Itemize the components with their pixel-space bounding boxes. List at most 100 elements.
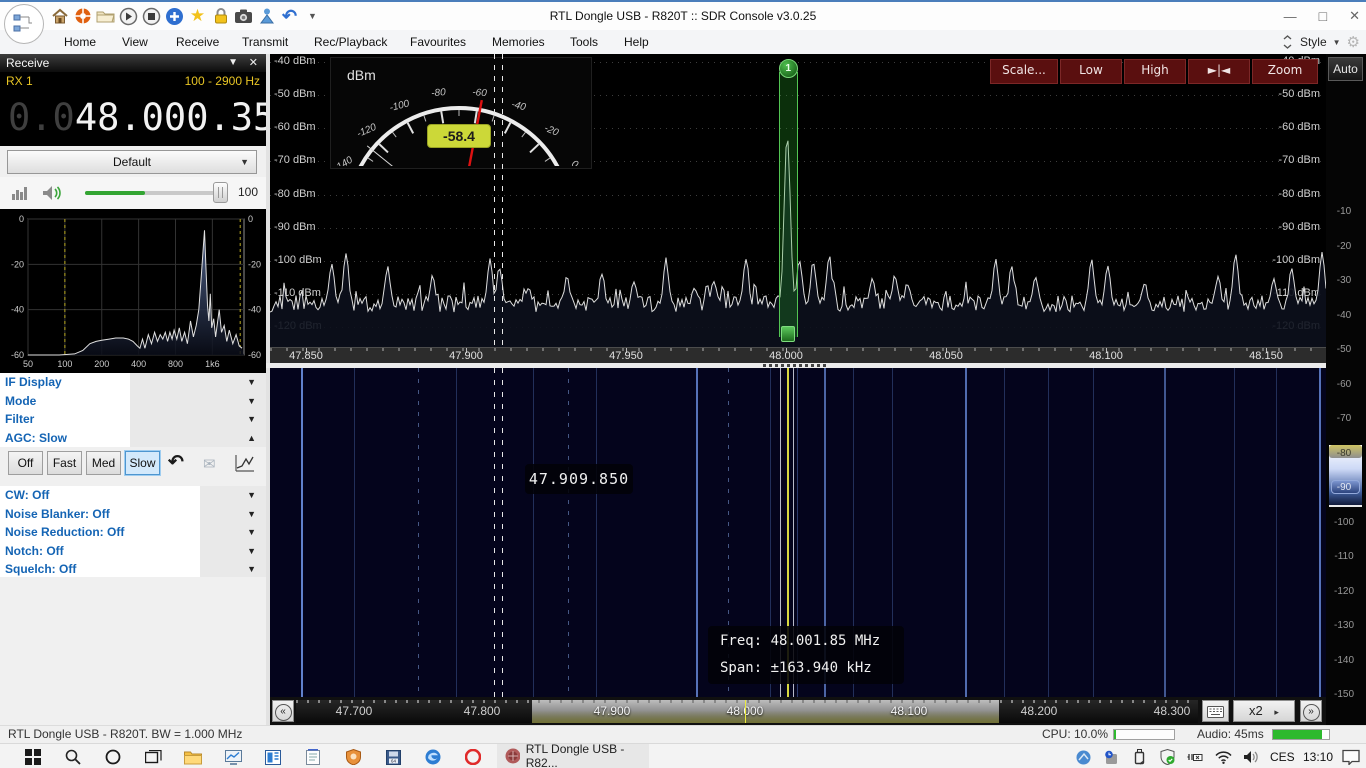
menu-recplayback[interactable]: Rec/Playback	[310, 30, 391, 54]
agc-off-button[interactable]: Off	[8, 451, 43, 475]
app-menu-button[interactable]	[4, 4, 44, 44]
maximize-button[interactable]: □	[1319, 8, 1327, 24]
notepad-icon[interactable]	[302, 747, 324, 767]
file-explorer-icon[interactable]	[182, 747, 204, 767]
search-icon[interactable]	[62, 747, 84, 767]
agc-fast-button[interactable]: Fast	[47, 451, 82, 475]
orange-app-icon[interactable]	[342, 747, 364, 767]
dosbox-icon[interactable]: 64	[382, 747, 404, 767]
sub-rx-marker-line[interactable]	[501, 54, 503, 347]
tuning-marker-handle[interactable]	[781, 326, 796, 342]
section-caret-icon[interactable]: ▼	[247, 410, 256, 429]
scrollbar-track[interactable]: 47.70047.80047.90048.00048.10048.20048.3…	[296, 700, 1198, 723]
start-button[interactable]	[22, 747, 44, 767]
low-button[interactable]: Low	[1060, 59, 1122, 84]
action-center-icon[interactable]	[1340, 747, 1362, 767]
menu-tools[interactable]: Tools	[566, 30, 602, 54]
section-caret-icon[interactable]: ▼	[247, 392, 256, 411]
blue-app-icon[interactable]	[262, 747, 284, 767]
scale-button[interactable]: Scale...	[990, 59, 1058, 84]
section-caret-icon[interactable]: ▲	[247, 429, 256, 448]
receiver-panel-header[interactable]: Receive ▼ ✕	[0, 54, 266, 72]
menu-favourites[interactable]: Favourites	[406, 30, 470, 54]
svg-text:-20: -20	[248, 259, 261, 269]
taskbar-active-app[interactable]: RTL Dongle USB - R82...	[497, 742, 649, 768]
panel-menu-icon[interactable]: ▼	[228, 54, 238, 72]
section-caret-icon[interactable]: ▼	[247, 373, 256, 392]
section-notch[interactable]: Notch: Off ▼	[0, 541, 266, 561]
section-caret-icon[interactable]: ▼	[247, 542, 256, 561]
keyboard-layout-indicator[interactable]: CES	[1270, 750, 1295, 764]
zoom-button[interactable]: Zoom	[1252, 59, 1318, 84]
tray-usb-icon[interactable]	[1128, 747, 1150, 767]
auto-range-button[interactable]: Auto	[1328, 57, 1363, 81]
menu-memories[interactable]: Memories	[488, 30, 549, 54]
section-caret-icon[interactable]: ▼	[247, 505, 256, 524]
cortana-icon[interactable]	[102, 747, 124, 767]
section-mode[interactable]: Mode ▼	[0, 391, 266, 411]
panel-close-icon[interactable]: ✕	[249, 54, 258, 72]
svg-text:-60: -60	[248, 350, 261, 360]
volume-slider[interactable]	[85, 191, 215, 195]
spectrum-display[interactable]: -40 dBm-40 dBm-50 dBm-50 dBm-60 dBm-60 d…	[270, 54, 1326, 347]
section-noise-reduction[interactable]: Noise Reduction: Off ▼	[0, 523, 266, 542]
equalizer-icon[interactable]	[12, 186, 30, 200]
scrollbar-frequency-label: 47.700	[335, 704, 373, 718]
clock[interactable]: 13:10	[1303, 750, 1333, 764]
scroll-left-button[interactable]: «	[272, 700, 294, 722]
section-noise-blanker[interactable]: Noise Blanker: Off ▼	[0, 504, 266, 524]
minimize-button[interactable]: —	[1284, 9, 1297, 24]
edge-icon[interactable]	[422, 747, 444, 767]
rx-filter-range: 100 - 2900 Hz	[184, 74, 260, 88]
menu-home[interactable]: Home	[60, 30, 100, 54]
section-filter[interactable]: Filter ▼	[0, 410, 266, 429]
task-view-icon[interactable]	[142, 747, 164, 767]
tray-volume-icon[interactable]	[1240, 747, 1262, 767]
section-caret-icon[interactable]: ▼	[247, 523, 256, 542]
svg-text:200: 200	[94, 359, 109, 369]
style-caret-icon[interactable]: ▼	[1333, 38, 1341, 47]
frequency-display[interactable]: 0.048.000.350	[0, 90, 298, 146]
frequency-dim-digits: 0.0	[8, 96, 75, 139]
waterfall-signal-line	[1234, 368, 1235, 697]
agc-slow-button[interactable]: Slow	[124, 450, 161, 476]
perf-monitor-icon[interactable]	[222, 747, 244, 767]
menu-transmit[interactable]: Transmit	[238, 30, 292, 54]
volume-slider-handle[interactable]	[213, 182, 228, 203]
collapse-ribbon-icon[interactable]	[1281, 33, 1294, 51]
center-button[interactable]: ►|◄	[1188, 59, 1250, 84]
agc-med-button[interactable]: Med	[86, 451, 121, 475]
section-caret-icon[interactable]: ▼	[247, 486, 256, 505]
menu-receive[interactable]: Receive	[172, 30, 223, 54]
section-agc[interactable]: AGC: Slow ▲	[0, 428, 266, 448]
tray-defender-icon[interactable]	[1156, 747, 1178, 767]
style-menu[interactable]: Style	[1300, 35, 1327, 49]
menu-view[interactable]: View	[118, 30, 152, 54]
range-tick-label: -40	[1336, 309, 1352, 321]
menu-help[interactable]: Help	[620, 30, 653, 54]
speaker-icon[interactable]	[42, 184, 64, 202]
keyboard-entry-button[interactable]	[1202, 700, 1229, 722]
waterfall-signal-line	[595, 368, 597, 697]
tuning-marker-band[interactable]	[778, 72, 798, 337]
tray-update-icon[interactable]	[1100, 747, 1122, 767]
high-button[interactable]: High	[1124, 59, 1186, 84]
agc-graph-icon[interactable]	[234, 453, 256, 473]
zoom-x2-button[interactable]: x2 ▸	[1233, 700, 1295, 722]
profile-select[interactable]: Default ▼	[7, 150, 257, 174]
section-cw[interactable]: CW: Off ▼	[0, 486, 266, 505]
agc-undo-icon[interactable]: ↶	[168, 451, 184, 474]
tuning-marker-badge[interactable]: 1	[778, 59, 798, 78]
audio-spectrum-panel[interactable]: 0 0 -20 -20 -40 -40 -60 -60 50 100 200 400 800 1k6	[0, 209, 266, 373]
section-if-display[interactable]: IF Display ▼	[0, 373, 266, 392]
tray-sdr-icon[interactable]	[1072, 747, 1094, 767]
sub-rx-marker-line[interactable]	[493, 54, 495, 347]
close-button[interactable]: ✕	[1349, 8, 1360, 24]
tray-wifi-icon[interactable]	[1212, 747, 1234, 767]
scroll-right-button[interactable]: »	[1300, 700, 1322, 722]
receiver-panel: Receive ▼ ✕ RX 1 100 - 2900 Hz 0.048.000…	[0, 54, 298, 725]
menu-right-controls: Style ▼ ⚙	[1281, 30, 1360, 54]
opera-icon[interactable]	[462, 747, 484, 767]
tray-power-icon[interactable]	[1184, 747, 1206, 767]
waterfall-display[interactable]: 47.909.850 Freq: 48.001.85 MHz Span: ±16…	[270, 368, 1326, 697]
